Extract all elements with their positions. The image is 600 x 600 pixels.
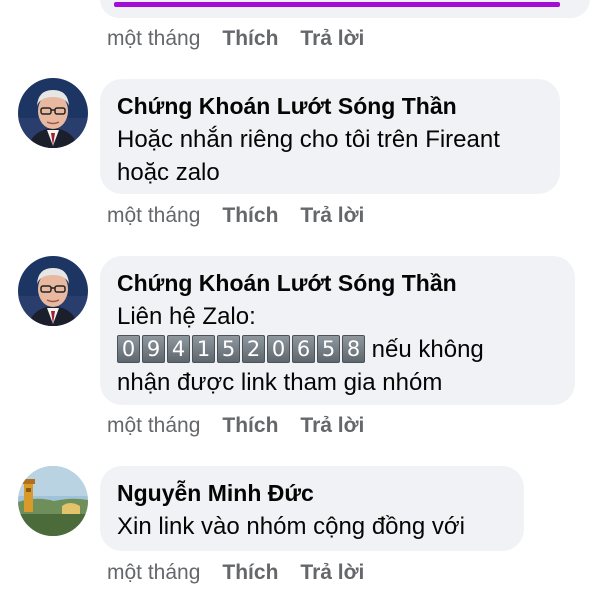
comment-text-line: 0 9 4 1 5 2 0 6 5 8 nếu không: [117, 333, 557, 366]
phone-digit: 5: [317, 334, 340, 363]
comment-time[interactable]: một tháng: [107, 411, 200, 441]
phone-digit: 6: [292, 334, 315, 363]
like-button[interactable]: Thích: [222, 558, 278, 588]
phone-digit: 9: [142, 334, 165, 363]
reply-button[interactable]: Trả lời: [300, 24, 364, 54]
comment-actions: một tháng Thích Trả lời: [107, 411, 364, 441]
phone-digit: 0: [267, 334, 290, 363]
phone-digit: 4: [167, 334, 190, 363]
comment-time[interactable]: một tháng: [107, 201, 200, 231]
link-preview-bar: [114, 2, 560, 7]
like-button[interactable]: Thích: [222, 411, 278, 441]
comment-text-line: hoặc zalo: [117, 159, 220, 186]
comment-author[interactable]: Chứng Khoán Lướt Sóng Thần: [117, 268, 557, 298]
avatar-portrait-icon: [18, 78, 88, 148]
phone-digit: 8: [342, 334, 365, 363]
avatar[interactable]: [18, 256, 88, 326]
comment-text: Xin link vào nhóm cộng đồng với: [117, 510, 506, 543]
phone-digit: 0: [117, 334, 140, 363]
reply-button[interactable]: Trả lời: [300, 201, 364, 231]
comment-actions: một tháng Thích Trả lời: [107, 201, 364, 231]
like-button[interactable]: Thích: [222, 24, 278, 54]
comment-actions: một tháng Thích Trả lời: [107, 558, 364, 588]
comment-text-line: Xin link vào nhóm cộng đồng với: [117, 513, 465, 540]
avatar[interactable]: [18, 466, 88, 536]
avatar-landscape-icon: [18, 466, 88, 536]
comment-text-line: Liên hệ Zalo:: [117, 303, 256, 330]
comment-actions: một tháng Thích Trả lời: [107, 24, 364, 54]
comment-author[interactable]: Nguyễn Minh Đức: [117, 478, 506, 508]
phone-digit: 2: [242, 334, 265, 363]
phone-number[interactable]: 0 9 4 1 5 2 0 6 5 8: [117, 334, 365, 363]
comment-time[interactable]: một tháng: [107, 558, 200, 588]
comment-bubble: Nguyễn Minh Đức Xin link vào nhóm cộng đ…: [100, 466, 524, 551]
avatar[interactable]: [18, 78, 88, 148]
comment-text: Hoặc nhắn riêng cho tôi trên Fireant hoặ…: [117, 123, 542, 189]
comment-time[interactable]: một tháng: [107, 24, 200, 54]
comment-bubble: Chứng Khoán Lướt Sóng Thần Hoặc nhắn riê…: [100, 79, 560, 194]
comment-author[interactable]: Chứng Khoán Lướt Sóng Thần: [117, 91, 542, 121]
comment-text-line: Hoặc nhắn riêng cho tôi trên Fireant: [117, 126, 500, 153]
reply-button[interactable]: Trả lời: [300, 411, 364, 441]
phone-digit: 5: [217, 334, 240, 363]
comment-text: Liên hệ Zalo: 0 9 4 1 5 2 0 6 5 8 nếu kh…: [117, 300, 557, 399]
like-button[interactable]: Thích: [222, 201, 278, 231]
reply-button[interactable]: Trả lời: [300, 558, 364, 588]
avatar-portrait-icon: [18, 256, 88, 326]
comment-text-line: nhận được link tham gia nhóm: [117, 369, 443, 396]
comment-bubble: Chứng Khoán Lướt Sóng Thần Liên hệ Zalo:…: [100, 256, 575, 405]
phone-digit: 1: [192, 334, 215, 363]
comment-text-fragment: nếu không: [371, 336, 484, 363]
